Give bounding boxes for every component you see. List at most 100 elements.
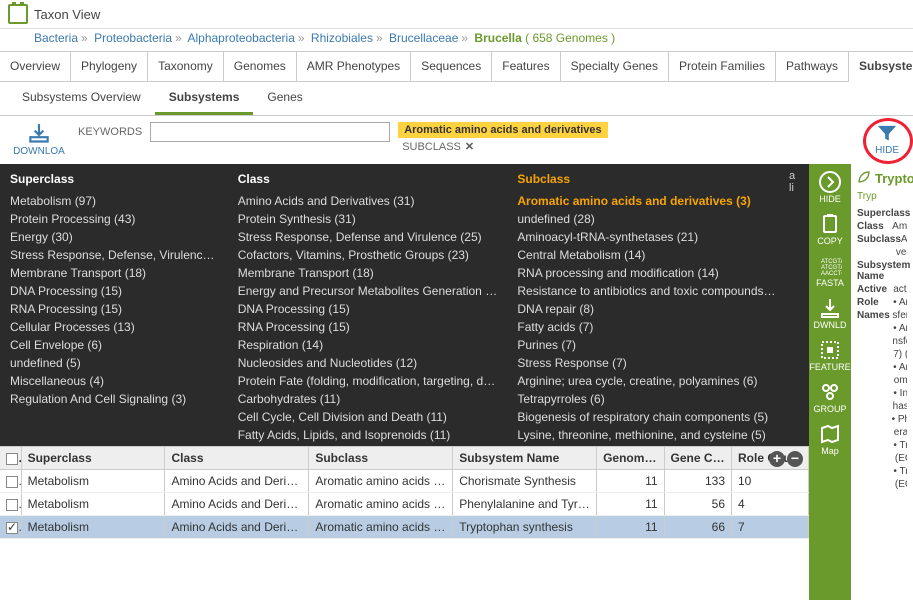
facet-item[interactable]: Membrane Transport (18) [238,264,498,282]
tab-pathways[interactable]: Pathways [776,51,849,81]
facet-item[interactable]: Metabolism (97) [10,192,218,210]
facet-subclass: Subclass Aromatic amino acids and deriva… [507,164,787,446]
facet-item[interactable]: RNA Processing (15) [238,318,498,336]
page-title: Taxon View [34,7,100,22]
action-download[interactable]: DWNLD [814,296,847,330]
action-bar: HIDE COPY ATCGTAATCGTAAACCTG FASTA DWNLD… [809,164,851,600]
tab-proteinfam[interactable]: Protein Families [669,51,776,81]
tab-specialty[interactable]: Specialty Genes [561,51,669,81]
breadcrumb-item[interactable]: Alphaproteobacteria [187,31,294,45]
col-class[interactable]: Class [165,447,309,469]
facet-item[interactable]: DNA Processing (15) [238,300,498,318]
breadcrumb-item[interactable]: Proteobacteria [94,31,172,45]
col-subsystem-name[interactable]: Subsystem Name [453,447,597,469]
action-copy[interactable]: COPY [817,212,843,246]
facet-item[interactable]: Amino Acids and Derivatives (31) [238,192,498,210]
breadcrumb-item[interactable]: Bacteria [34,31,78,45]
facet-item[interactable]: Cell Cycle, Cell Division and Death (11) [238,408,498,426]
facet-item[interactable]: Stress Response (7) [517,354,777,372]
breadcrumb-item[interactable]: Rhizobiales [311,31,373,45]
add-column-button[interactable]: + [769,451,785,467]
facet-item[interactable]: RNA Processing (15) [10,300,218,318]
facet-item[interactable]: Purines (7) [517,336,777,354]
breadcrumb: Bacteria» Proteobacteria» Alphaproteobac… [0,29,913,51]
tab-subsystems[interactable]: Subsystems [849,51,913,82]
facet-class: Class Amino Acids and Derivatives (31)Pr… [228,164,508,446]
remove-column-button[interactable]: − [787,451,803,467]
facet-item[interactable]: Cell Envelope (6) [10,336,218,354]
download-button[interactable]: DOWNLOA [8,122,70,157]
facet-item[interactable]: Biogenesis of respiratory chain componen… [517,408,777,426]
facet-item[interactable]: Carbohydrates (11) [238,390,498,408]
remove-filter-button[interactable]: ✕ [465,140,474,153]
row-checkbox[interactable] [6,499,18,511]
action-map[interactable]: Map [818,422,842,456]
facet-item[interactable]: Stress Response, Defense, Virulence (25) [10,246,218,264]
tab-sequences[interactable]: Sequences [411,51,492,81]
tab-amr[interactable]: AMR Phenotypes [297,51,411,81]
facet-item[interactable]: Aminoacyl-tRNA-synthetases (21) [517,228,777,246]
facet-collapsed[interactable]: a li [787,164,809,446]
hide-filters-button[interactable]: HIDE [869,122,905,158]
keywords-input[interactable] [150,122,390,142]
facet-item[interactable]: Fatty acids (7) [517,318,777,336]
facet-item[interactable]: Protein Fate (folding, modification, tar… [238,372,498,390]
subtab-overview[interactable]: Subsystems Overview [8,82,155,115]
row-checkbox[interactable] [6,476,18,488]
col-superclass[interactable]: Superclass [22,447,166,469]
facet-item[interactable]: DNA repair (8) [517,300,777,318]
facet-item[interactable]: Cellular Processes (13) [10,318,218,336]
facet-item[interactable]: Protein Synthesis (31) [238,210,498,228]
clipboard-icon [818,212,842,234]
facet-item[interactable]: RNA processing and modification (14) [517,264,777,282]
facet-item[interactable]: Energy and Precursor Metabolites Generat… [238,282,498,300]
facet-item[interactable]: Membrane Transport (18) [10,264,218,282]
table-row[interactable]: MetabolismAmino Acids and DerivativesAro… [0,493,809,516]
tab-overview[interactable]: Overview [0,51,71,81]
sub-tabs: Subsystems Overview Subsystems Genes [0,82,913,116]
filter-icon [876,124,898,144]
logo [8,4,28,24]
table-row[interactable]: MetabolismAmino Acids and DerivativesAro… [0,470,809,493]
select-all-checkbox[interactable] [6,453,18,465]
facet-item[interactable]: Regulation And Cell Signaling (3) [10,390,218,408]
facet-item[interactable]: undefined (5) [10,354,218,372]
tab-phylogeny[interactable]: Phylogeny [71,51,148,81]
col-genome-count[interactable]: Genome Count [597,447,664,469]
facet-superclass: Superclass Metabolism (97)Protein Proces… [0,164,228,446]
action-group[interactable]: GROUP [813,380,846,414]
filter-chip-label: SUBCLASS [402,141,461,153]
action-hide[interactable]: HIDE [818,170,842,204]
action-feature[interactable]: FEATURE [809,338,850,372]
facet-item[interactable]: Stress Response, Defense and Virulence (… [238,228,498,246]
row-checkbox[interactable] [6,522,18,534]
facet-item-selected[interactable]: Aromatic amino acids and derivatives (3) [517,192,777,210]
filter-chip[interactable]: Aromatic amino acids and derivatives [398,122,607,138]
breadcrumb-item[interactable]: Brucellaceae [389,31,458,45]
facet-item[interactable]: Lysine, threonine, methionine, and cyste… [517,426,777,444]
facet-item[interactable]: DNA Processing (15) [10,282,218,300]
facet-item[interactable]: Central Metabolism (14) [517,246,777,264]
tab-taxonomy[interactable]: Taxonomy [148,51,224,81]
main-tabs: Overview Phylogeny Taxonomy Genomes AMR … [0,51,913,82]
facet-item[interactable]: Respiration (14) [238,336,498,354]
subtab-genes[interactable]: Genes [253,82,316,115]
facet-item[interactable]: Nucleosides and Nucleotides (12) [238,354,498,372]
tab-genomes[interactable]: Genomes [224,51,297,81]
facet-item[interactable]: Energy (30) [10,228,218,246]
facet-item[interactable]: Tetrapyrroles (6) [517,390,777,408]
tab-features[interactable]: Features [492,51,560,81]
subtab-subsystems[interactable]: Subsystems [155,82,254,115]
facet-item[interactable]: Miscellaneous (4) [10,372,218,390]
keywords-label: KEYWORDS [78,122,142,138]
col-gene-count[interactable]: Gene Count [665,447,732,469]
facet-item[interactable]: Fatty Acids, Lipids, and Isoprenoids (11… [238,426,498,444]
facet-panel: Superclass Metabolism (97)Protein Proces… [0,164,809,446]
facet-item[interactable]: Resistance to antibiotics and toxic comp… [517,282,777,300]
facet-item[interactable]: Cofactors, Vitamins, Prosthetic Groups (… [238,246,498,264]
facet-item[interactable]: undefined (28) [517,210,777,228]
col-subclass[interactable]: Subclass [309,447,453,469]
facet-item[interactable]: Arginine; urea cycle, creatine, polyamin… [517,372,777,390]
action-fasta[interactable]: ATCGTAATCGTAAACCTG FASTA [816,254,844,288]
facet-item[interactable]: Protein Processing (43) [10,210,218,228]
